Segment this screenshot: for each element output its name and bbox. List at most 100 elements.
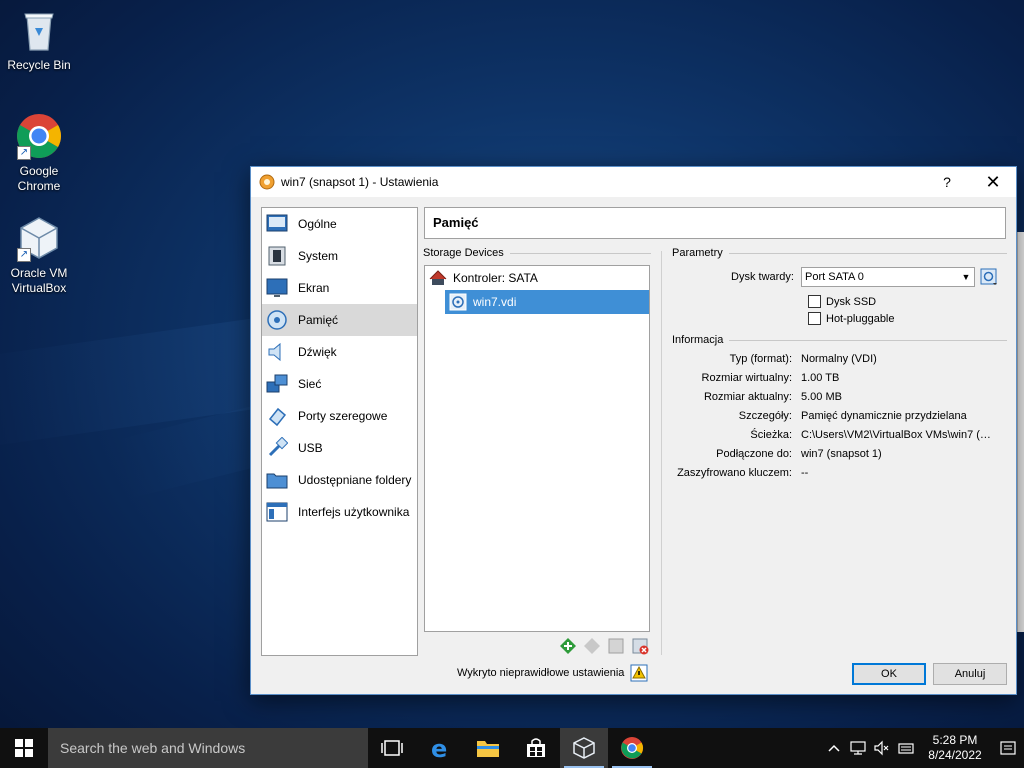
category-label: Pamięć	[298, 313, 339, 327]
taskbar-file-explorer[interactable]	[464, 728, 512, 768]
hotplug-checkbox[interactable]	[808, 312, 821, 325]
taskbar-chrome[interactable]	[608, 728, 656, 768]
info-row-attached-to: Podłączone do: win7 (snapsot 1)	[671, 444, 996, 463]
taskbar-store[interactable]	[512, 728, 560, 768]
info-row-virtual-size: Rozmiar wirtualny: 1.00 TB	[671, 368, 996, 387]
help-button[interactable]: ?	[924, 167, 970, 197]
action-center-button[interactable]	[992, 728, 1024, 768]
edge-icon: e	[431, 736, 447, 760]
storage-icon	[266, 309, 288, 331]
desktop-icon-chrome[interactable]: ↗ Google Chrome	[1, 112, 77, 194]
usb-icon	[266, 437, 288, 459]
network-tray-button[interactable]	[846, 728, 870, 768]
category-serial-ports[interactable]: Porty szeregowe	[262, 400, 417, 432]
info-label: Ścieżka:	[750, 428, 792, 441]
hotplug-label: Hot-pluggable	[826, 312, 895, 325]
select-value: Port SATA 0	[805, 271, 864, 283]
hotplug-checkbox-row[interactable]: Hot-pluggable	[808, 312, 895, 325]
storage-toolbar	[558, 636, 650, 656]
svg-text:e: e	[431, 736, 447, 760]
dialog-titlebar[interactable]: win7 (snapsot 1) - Ustawienia ? ✕	[251, 167, 1016, 197]
desktop-icon-label: Oracle VM VirtualBox	[10, 266, 68, 295]
ssd-checkbox-row[interactable]: Dysk SSD	[808, 295, 876, 308]
category-usb[interactable]: USB	[262, 432, 417, 464]
virtualbox-icon: ↗	[15, 214, 63, 262]
close-button[interactable]: ✕	[970, 167, 1016, 197]
parameters-group: Parametry	[672, 247, 1007, 259]
ok-button[interactable]: OK	[852, 663, 926, 685]
general-icon	[266, 213, 288, 235]
audio-icon	[266, 341, 288, 363]
taskbar-virtualbox[interactable]	[560, 728, 608, 768]
info-label: Szczegóły:	[738, 409, 792, 422]
settings-category-list: Ogólne System Ekran Pamięć Dźwięk Sieć P…	[261, 207, 418, 656]
category-shared-folders[interactable]: Udostępniane foldery	[262, 464, 417, 496]
desktop-icon-recycle-bin[interactable]: Recycle Bin	[1, 6, 77, 73]
hard-disk-port-select[interactable]: Port SATA 0 ▼	[801, 267, 975, 287]
task-view-button[interactable]	[368, 728, 416, 768]
storage-tree[interactable]: Kontroler: SATA win7.vdi	[424, 265, 650, 632]
system-tray: 5:28 PM 8/24/2022	[822, 728, 1024, 768]
cancel-button[interactable]: Anuluj	[933, 663, 1007, 685]
ssd-checkbox[interactable]	[808, 295, 821, 308]
info-value: win7 (snapsot 1)	[801, 447, 882, 460]
category-label: Interfejs użytkownika	[298, 505, 410, 519]
desktop-icon-virtualbox[interactable]: ↗ Oracle VM VirtualBox	[1, 214, 77, 296]
category-network[interactable]: Sieć	[262, 368, 417, 400]
settings-dialog: win7 (snapsot 1) - Ustawienia ? ✕ Ogólne…	[250, 166, 1017, 695]
add-controller-button[interactable]	[558, 636, 578, 656]
category-label: Ogólne	[298, 217, 337, 231]
tree-item-label: Kontroler: SATA	[453, 271, 538, 285]
info-value: 5.00 MB	[801, 390, 842, 403]
network-tray-icon	[850, 741, 866, 755]
category-user-interface[interactable]: Interfejs użytkownika	[262, 496, 417, 528]
category-audio[interactable]: Dźwięk	[262, 336, 417, 368]
info-label: Zaszyfrowano kluczem:	[677, 466, 792, 479]
warning-icon[interactable]	[630, 664, 648, 682]
category-general[interactable]: Ogólne	[262, 208, 417, 240]
group-label: Informacja	[672, 334, 724, 346]
page-title: Pamięć	[424, 207, 1006, 239]
category-label: Dźwięk	[298, 345, 337, 359]
windows-logo-icon	[15, 739, 33, 757]
invalid-settings-warning[interactable]: Wykryto nieprawidłowe ustawienia	[457, 664, 648, 682]
notifications-icon	[1000, 741, 1016, 755]
task-view-icon	[381, 740, 403, 756]
tree-item-controller[interactable]: Kontroler: SATA	[425, 266, 649, 290]
info-row-type: Typ (format): Normalny (VDI)	[671, 349, 996, 368]
choose-disk-button[interactable]	[980, 268, 998, 286]
taskbar-edge[interactable]: e	[416, 728, 464, 768]
group-label: Parametry	[672, 247, 723, 259]
tree-item-disk[interactable]: win7.vdi	[445, 290, 649, 314]
keyboard-tray-button[interactable]	[894, 728, 918, 768]
recycle-bin-icon	[15, 6, 63, 54]
disk-icon	[980, 268, 997, 285]
ssd-label: Dysk SSD	[826, 295, 877, 308]
info-value: Pamięć dynamicznie przydzielana	[801, 409, 967, 422]
category-system[interactable]: System	[262, 240, 417, 272]
group-divider	[729, 339, 1007, 341]
display-icon	[266, 277, 288, 299]
info-value: --	[801, 466, 809, 479]
remove-attachment-button[interactable]	[630, 636, 650, 656]
info-label: Rozmiar wirtualny:	[701, 371, 792, 384]
taskbar: Search the web and Windows e 5:28 PM 8/2…	[0, 728, 1024, 768]
category-storage[interactable]: Pamięć	[262, 304, 417, 336]
hard-disk-label: Dysk twardy:	[731, 271, 794, 283]
remove-controller-button[interactable]	[582, 636, 602, 656]
settings-gear-icon	[259, 174, 275, 190]
add-attachment-button[interactable]	[606, 636, 626, 656]
show-hidden-icons-button[interactable]	[822, 728, 846, 768]
shortcut-arrow-icon: ↗	[17, 248, 31, 262]
group-label: Storage Devices	[423, 247, 504, 259]
info-row-details: Szczegóły: Pamięć dynamicznie przydziela…	[671, 406, 996, 425]
taskbar-search-input[interactable]: Search the web and Windows	[48, 728, 368, 768]
start-button[interactable]	[0, 728, 48, 768]
group-divider	[509, 252, 651, 254]
info-label: Rozmiar aktualny:	[703, 390, 792, 403]
hard-disk-icon	[449, 293, 467, 311]
category-display[interactable]: Ekran	[262, 272, 417, 304]
chrome-icon: ↗	[15, 112, 63, 160]
taskbar-clock[interactable]: 5:28 PM 8/24/2022	[918, 733, 992, 763]
volume-tray-button[interactable]	[870, 728, 894, 768]
